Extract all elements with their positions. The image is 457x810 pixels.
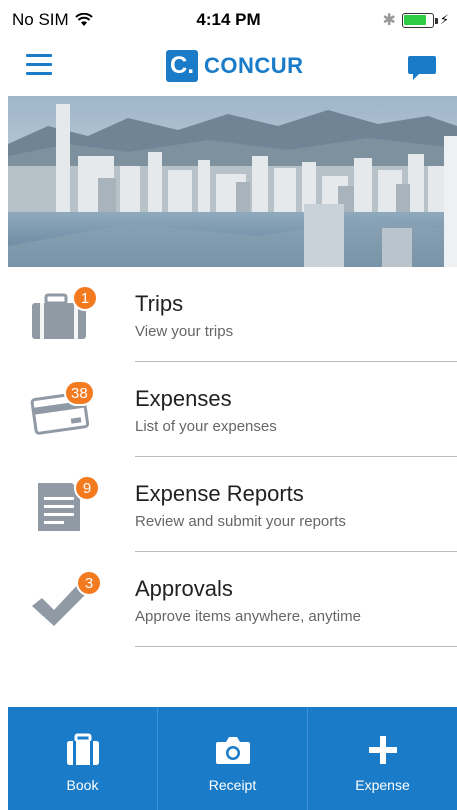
approvals-badge: 3 — [76, 570, 102, 596]
menu-item-expense-reports[interactable]: 9 Expense Reports Review and submit your… — [0, 457, 457, 552]
app-header: C. CONCUR — [0, 40, 457, 96]
logo-text: CONCUR — [204, 53, 304, 78]
concur-logo: C. CONCUR — [166, 50, 304, 82]
menu-item-subtitle: Approve items anywhere, anytime — [135, 608, 361, 625]
menu-item-title: Expense Reports — [135, 481, 304, 506]
tab-expense[interactable]: Expense — [308, 707, 457, 810]
expense-reports-badge: 9 — [74, 475, 100, 501]
menu-item-approvals[interactable]: 3 Approvals Approve items anywhere, anyt… — [0, 552, 457, 647]
menu-item-title: Approvals — [135, 576, 233, 601]
main-menu: 1 Trips View your trips 38 Expenses List… — [0, 267, 457, 647]
suitcase-icon — [66, 733, 99, 765]
chat-bubble-icon[interactable] — [407, 55, 437, 81]
expenses-badge: 38 — [64, 380, 95, 406]
menu-item-subtitle: Review and submit your reports — [135, 513, 346, 530]
trips-badge: 1 — [72, 285, 98, 311]
battery-icon — [401, 12, 438, 28]
hero-city-image — [8, 96, 457, 267]
menu-item-subtitle: View your trips — [135, 323, 234, 340]
camera-icon — [215, 737, 250, 764]
tab-label: Expense — [355, 777, 410, 793]
battery-fill — [404, 15, 426, 25]
plus-icon — [368, 736, 397, 764]
menu-item-trips[interactable]: 1 Trips View your trips — [0, 267, 457, 362]
menu-item-expenses[interactable]: 38 Expenses List of your expenses — [0, 362, 457, 457]
charging-icon: ⚡ — [439, 12, 449, 27]
menu-item-title: Expenses — [135, 386, 232, 411]
tab-label: Receipt — [208, 777, 257, 793]
status-bar: No SIM 4:14 PM ✱ ⚡ — [0, 0, 457, 40]
tab-book[interactable]: Book — [8, 707, 158, 810]
hamburger-icon[interactable] — [26, 54, 52, 78]
tab-receipt[interactable]: Receipt — [158, 707, 308, 810]
logo-mark: C. — [166, 50, 198, 82]
tab-label: Book — [66, 777, 99, 793]
menu-item-subtitle: List of your expenses — [135, 418, 277, 435]
menu-item-title: Trips — [135, 291, 184, 316]
bottom-tab-bar: Book Receipt Expense — [8, 707, 457, 810]
bluetooth-icon: ✱ — [382, 12, 396, 29]
status-right: ✱ ⚡ — [382, 10, 449, 30]
divider — [135, 646, 457, 647]
